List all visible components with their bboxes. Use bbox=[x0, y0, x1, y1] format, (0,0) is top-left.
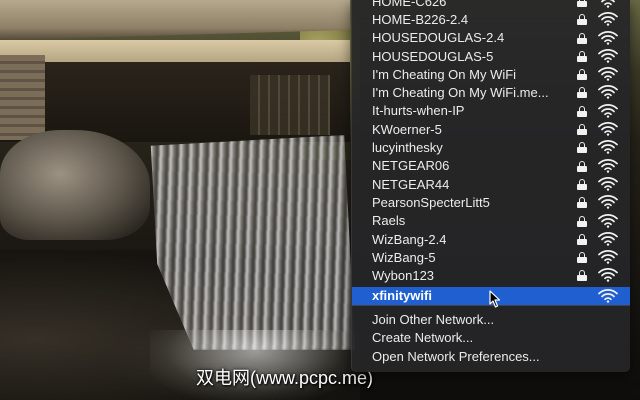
watermark-text: 双电网(www.pcpc.me) bbox=[196, 368, 374, 388]
wallpaper-boulder bbox=[0, 130, 150, 240]
lock-icon bbox=[577, 14, 587, 26]
network-item[interactable]: HOUSEDOUGLAS-2.4 bbox=[352, 29, 630, 47]
lock-icon bbox=[577, 69, 587, 81]
network-item[interactable]: WizBang-2.4 bbox=[352, 230, 630, 248]
network-item[interactable]: PearsonSpecterLitt5 bbox=[352, 193, 630, 211]
network-name: HOME-C626 bbox=[372, 0, 447, 9]
network-name: It-hurts-when-IP bbox=[372, 103, 465, 119]
wifi-menu: HOME-C626 HOME-B226-2.4 HOUSEDOUGLAS-2.4 HO… bbox=[351, 0, 630, 372]
wifi-signal-icon bbox=[598, 103, 618, 118]
network-name: HOUSEDOUGLAS-5 bbox=[372, 48, 494, 64]
network-item[interactable]: HOUSEDOUGLAS-5 bbox=[352, 47, 630, 65]
network-name: xfinitywifi bbox=[372, 288, 432, 304]
mouse-pointer-icon bbox=[489, 290, 501, 308]
wifi-signal-icon bbox=[598, 85, 618, 100]
wifi-signal-icon bbox=[598, 195, 618, 210]
network-name: NETGEAR44 bbox=[372, 176, 450, 192]
network-item[interactable]: Wybon123 bbox=[352, 266, 630, 284]
lock-icon bbox=[577, 233, 587, 245]
network-item[interactable]: Raels bbox=[352, 212, 630, 230]
lock-icon bbox=[577, 252, 587, 264]
network-item[interactable]: I'm Cheating On My WiFi.me... bbox=[352, 83, 630, 101]
network-name: HOUSEDOUGLAS-2.4 bbox=[372, 30, 505, 46]
lock-icon bbox=[577, 178, 587, 190]
network-item[interactable]: I'm Cheating On My WiFi bbox=[352, 65, 630, 83]
join-other-network-item[interactable]: Join Other Network... bbox=[352, 311, 630, 329]
network-name: lucyinthesky bbox=[372, 140, 443, 156]
network-item[interactable]: WizBang-5 bbox=[352, 248, 630, 266]
wifi-signal-icon bbox=[598, 250, 618, 264]
open-network-preferences-item[interactable]: Open Network Preferences... bbox=[352, 348, 630, 366]
network-item[interactable]: HOME-B226-2.4 bbox=[352, 10, 630, 28]
wifi-signal-icon bbox=[598, 213, 618, 228]
wifi-signal-icon bbox=[598, 140, 618, 155]
lock-icon bbox=[577, 197, 587, 209]
network-item[interactable]: HOME-C626 bbox=[352, 0, 630, 10]
network-name: WizBang-5 bbox=[372, 249, 436, 265]
network-item[interactable]: KWoerner-5 bbox=[352, 120, 630, 138]
wifi-signal-icon bbox=[598, 231, 618, 246]
lock-icon bbox=[577, 270, 587, 282]
lock-icon bbox=[577, 160, 587, 172]
network-name: HOME-B226-2.4 bbox=[372, 11, 469, 27]
network-item[interactable]: It-hurts-when-IP bbox=[352, 102, 630, 120]
lock-icon bbox=[577, 87, 587, 99]
wifi-signal-icon bbox=[598, 30, 618, 45]
wifi-signal-icon bbox=[598, 288, 618, 303]
lock-icon bbox=[577, 215, 587, 227]
lock-icon bbox=[577, 50, 587, 62]
lock-icon bbox=[577, 142, 587, 154]
network-list: HOME-C626 HOME-B226-2.4 HOUSEDOUGLAS-2.4 HO… bbox=[352, 0, 630, 306]
wallpaper-stone-pillar bbox=[0, 55, 45, 140]
wifi-signal-icon bbox=[598, 122, 618, 136]
wallpaper-window bbox=[250, 75, 330, 135]
wallpaper-roof-slab bbox=[0, 0, 350, 40]
network-name: WizBang-2.4 bbox=[372, 231, 447, 247]
network-name: Wybon123 bbox=[372, 268, 435, 284]
network-name: I'm Cheating On My WiFi bbox=[372, 66, 517, 82]
network-item[interactable]: NETGEAR44 bbox=[352, 175, 630, 193]
lock-icon bbox=[577, 105, 587, 117]
lock-icon bbox=[577, 124, 587, 136]
wifi-signal-icon bbox=[598, 12, 618, 27]
wifi-signal-icon bbox=[598, 0, 618, 8]
network-name: KWoerner-5 bbox=[372, 121, 442, 137]
lock-icon bbox=[577, 0, 587, 7]
wifi-signal-icon bbox=[598, 48, 618, 63]
wifi-signal-icon bbox=[598, 268, 618, 283]
lock-icon bbox=[577, 32, 587, 44]
network-name: I'm Cheating On My WiFi.me... bbox=[372, 85, 549, 101]
network-name: NETGEAR06 bbox=[372, 158, 450, 174]
wifi-signal-icon bbox=[598, 158, 618, 173]
wifi-signal-icon bbox=[598, 67, 618, 81]
create-network-item[interactable]: Create Network... bbox=[352, 329, 630, 347]
wifi-signal-icon bbox=[598, 177, 618, 191]
menu-actions: Join Other Network... Create Network... … bbox=[352, 311, 630, 366]
network-item[interactable]: lucyinthesky bbox=[352, 138, 630, 156]
network-name: PearsonSpecterLitt5 bbox=[372, 194, 490, 210]
network-name: Raels bbox=[372, 213, 406, 229]
network-item[interactable]: NETGEAR06 bbox=[352, 157, 630, 175]
